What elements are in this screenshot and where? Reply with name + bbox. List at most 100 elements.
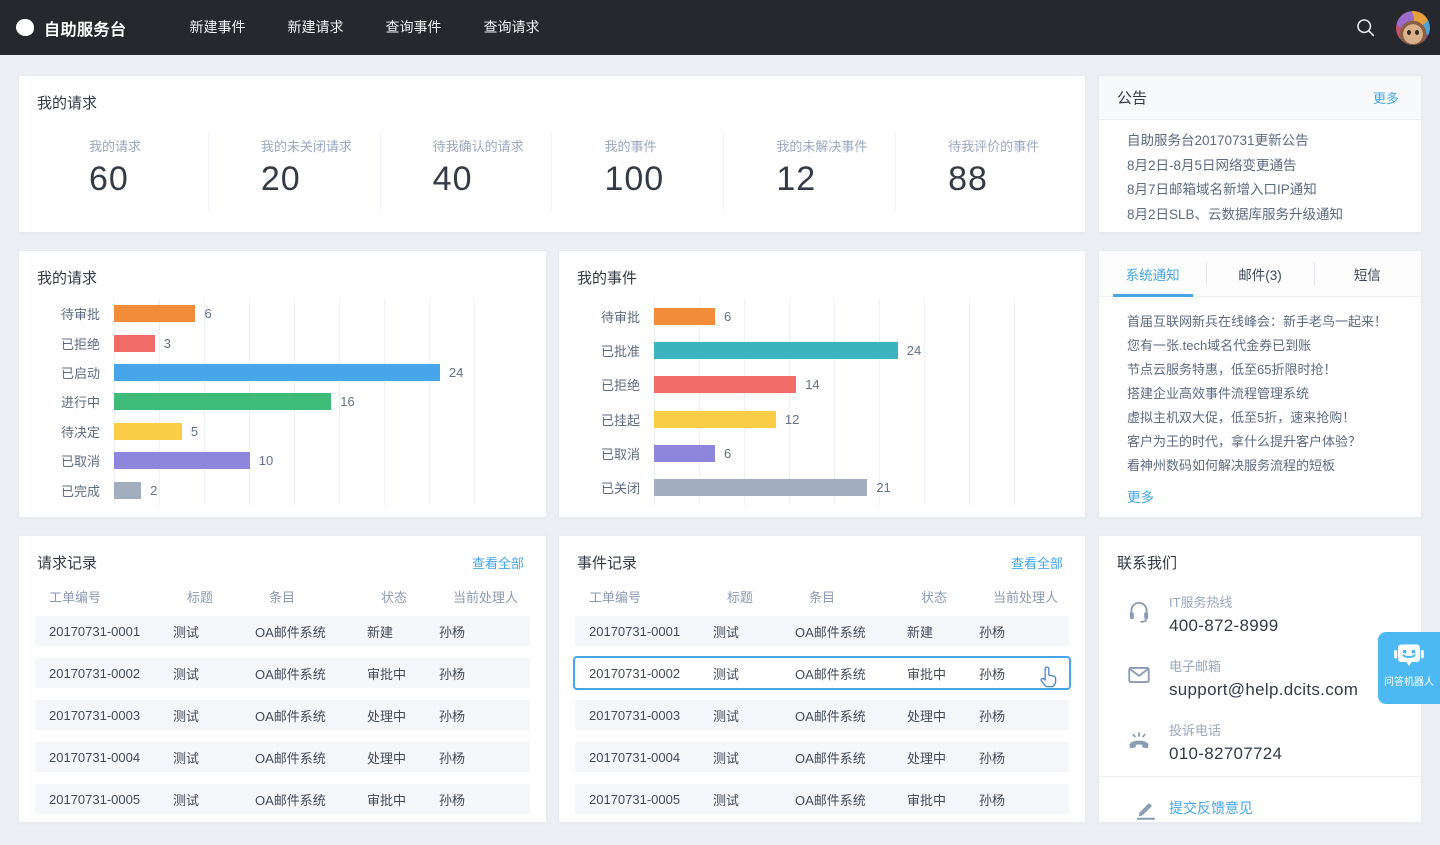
column-header: 工单编号 bbox=[49, 587, 187, 606]
cell-status: 处理中 bbox=[907, 706, 979, 725]
announcements-more-link[interactable]: 更多 bbox=[1373, 88, 1399, 107]
contact-entry-complaint: 投诉电话 010-82707724 bbox=[1099, 710, 1421, 774]
contact-card: 联系我们 IT服务热线 400-872-8999 bbox=[1098, 535, 1422, 823]
table-row[interactable]: 20170731-0002 测试 OA邮件系统 审批中 孙杨 bbox=[35, 658, 530, 688]
table-row[interactable]: 20170731-0003 测试 OA邮件系统 处理中 孙杨 bbox=[35, 700, 530, 730]
table-row[interactable]: 20170731-0004 测试 OA邮件系统 处理中 孙杨 bbox=[35, 742, 530, 772]
request-table-title: 请求记录 bbox=[37, 552, 97, 573]
chart-bar bbox=[654, 445, 715, 462]
app-logo[interactable]: 自助服务台 bbox=[16, 16, 127, 40]
table-row[interactable]: 20170731-0004 测试 OA邮件系统 处理中 孙杨 bbox=[575, 742, 1069, 772]
chart-category-label: 已批准 bbox=[577, 341, 654, 360]
contact-title: 联系我们 bbox=[1117, 552, 1177, 573]
table-row[interactable]: 20170731-0001 测试 OA邮件系统 新建 孙杨 bbox=[575, 616, 1069, 646]
cell-ticket-id: 20170731-0005 bbox=[589, 792, 713, 807]
announcement-item[interactable]: 8月7日邮箱域名新增入口IP通知 bbox=[1127, 178, 1407, 203]
notification-item[interactable]: 首届互联网新兵在线峰会：新手老鸟一起来！ bbox=[1127, 310, 1407, 334]
notification-item[interactable]: 看神州数码如何解决服务流程的短板 bbox=[1127, 454, 1407, 478]
notification-item[interactable]: 搭建企业高效事件流程管理系统 bbox=[1127, 382, 1407, 406]
phone-icon bbox=[1126, 726, 1152, 757]
chart-bar-track: 5 bbox=[114, 423, 501, 440]
chart-category-label: 已完成 bbox=[37, 481, 114, 500]
stats-card-title: 我的请求 bbox=[37, 92, 97, 113]
stat-value: 20 bbox=[261, 160, 380, 199]
column-header: 标题 bbox=[727, 587, 809, 606]
notification-item[interactable]: 虚拟主机双大促，低至5折，速来抢购！ bbox=[1127, 406, 1407, 430]
chart-bar bbox=[654, 411, 776, 428]
headset-icon bbox=[1126, 598, 1152, 629]
nav-menu-item[interactable]: 新建请求 bbox=[267, 0, 365, 55]
stat-value: 88 bbox=[948, 160, 1067, 199]
stat-label: 待我确认的请求 bbox=[433, 136, 552, 155]
feedback-row: 提交反馈意见 bbox=[1099, 784, 1253, 818]
requests-chart-card: 我的请求 待审批 6 已拒绝 3 bbox=[18, 250, 547, 518]
submit-feedback-link[interactable]: 提交反馈意见 bbox=[1169, 800, 1253, 816]
announcement-item[interactable]: 自助服务台20170731更新公告 bbox=[1127, 129, 1407, 154]
stat-item: 我的请求 60 bbox=[37, 132, 209, 210]
cell-handler: 孙杨 bbox=[979, 790, 1069, 809]
stat-value: 60 bbox=[89, 160, 208, 199]
chart-bar bbox=[114, 482, 141, 499]
chart-category-label: 待决定 bbox=[37, 422, 114, 441]
cell-handler: 孙杨 bbox=[439, 706, 530, 725]
chart-row: 待审批 6 bbox=[37, 305, 501, 322]
cell-title: 测试 bbox=[713, 664, 795, 683]
contact-value: 400-872-8999 bbox=[1169, 616, 1411, 636]
nav-right bbox=[1352, 0, 1430, 55]
cell-status: 审批中 bbox=[907, 790, 979, 809]
stat-item: 我的未关闭请求 20 bbox=[209, 132, 381, 210]
cell-ticket-id: 20170731-0003 bbox=[589, 708, 713, 723]
chart-bar-value: 16 bbox=[340, 394, 354, 409]
nav-menu-item[interactable]: 查询事件 bbox=[365, 0, 463, 55]
cell-item: OA邮件系统 bbox=[795, 622, 907, 641]
table-row[interactable]: 20170731-0005 测试 OA邮件系统 审批中 孙杨 bbox=[35, 784, 530, 814]
chart-bar bbox=[114, 423, 182, 440]
stat-label: 待我评价的事件 bbox=[948, 136, 1067, 155]
chart-bar bbox=[114, 335, 155, 352]
nav-menu-item[interactable]: 查询请求 bbox=[463, 0, 561, 55]
nav-menu-item[interactable]: 新建事件 bbox=[169, 0, 267, 55]
cell-status: 新建 bbox=[907, 622, 979, 641]
overview-stats-card: 我的请求 我的请求 60 我的未关闭请求 20 待我确认的请求 40 我的事件 … bbox=[18, 75, 1086, 233]
notification-item[interactable]: 您有一张.tech域名代金券已到账 bbox=[1127, 334, 1407, 358]
incident-table-header: 事件记录 查看全部 bbox=[559, 536, 1085, 573]
cell-title: 测试 bbox=[713, 790, 795, 809]
cell-title: 测试 bbox=[173, 790, 255, 809]
announcement-item[interactable]: 8月2日-8月5日网络变更通告 bbox=[1127, 154, 1407, 179]
stats-row: 我的请求 60 我的未关闭请求 20 待我确认的请求 40 我的事件 100 我… bbox=[37, 132, 1067, 210]
chart-category-label: 已挂起 bbox=[577, 410, 654, 429]
chart-row: 已拒绝 3 bbox=[37, 335, 501, 352]
contact-label: IT服务热线 bbox=[1169, 592, 1411, 611]
chart-category-label: 进行中 bbox=[37, 392, 114, 411]
chart-bar bbox=[654, 342, 898, 359]
incident-view-all-link[interactable]: 查看全部 bbox=[1011, 553, 1063, 572]
incident-table-title: 事件记录 bbox=[577, 552, 637, 573]
request-view-all-link[interactable]: 查看全部 bbox=[472, 553, 524, 572]
notification-tab[interactable]: 邮件(3) bbox=[1206, 251, 1313, 296]
notifications-more-link[interactable]: 更多 bbox=[1127, 486, 1154, 506]
chart-row: 进行中 16 bbox=[37, 393, 501, 410]
chart-bar bbox=[114, 452, 250, 469]
chart-row: 已取消 6 bbox=[577, 445, 1040, 462]
top-nav: 自助服务台 新建事件新建请求查询事件查询请求 bbox=[0, 0, 1440, 55]
announcement-item[interactable]: 8月2日SLB、云数据库服务升级通知 bbox=[1127, 203, 1407, 228]
user-avatar[interactable] bbox=[1396, 11, 1430, 45]
notification-item[interactable]: 节点云服务特惠，低至65折限时抢！ bbox=[1127, 358, 1407, 382]
notification-tab[interactable]: 系统通知 bbox=[1099, 251, 1206, 296]
chart-bar-track: 6 bbox=[654, 308, 1040, 325]
cell-status: 审批中 bbox=[367, 664, 439, 683]
notification-tab[interactable]: 短信 bbox=[1314, 251, 1421, 296]
cell-title: 测试 bbox=[713, 748, 795, 767]
chart-bar-value: 10 bbox=[259, 453, 273, 468]
table-row[interactable]: 20170731-0003 测试 OA邮件系统 处理中 孙杨 bbox=[575, 700, 1069, 730]
requests-chart-bars: 待审批 6 已拒绝 3 已启动 bbox=[37, 299, 501, 505]
table-row[interactable]: 20170731-0001 测试 OA邮件系统 新建 孙杨 bbox=[35, 616, 530, 646]
notification-item[interactable]: 客户为王的时代，拿什么提升客户体验？ bbox=[1127, 430, 1407, 454]
search-button[interactable] bbox=[1352, 14, 1380, 42]
table-row[interactable]: 20170731-0002 测试 OA邮件系统 审批中 孙杨 bbox=[575, 658, 1069, 688]
table-row[interactable]: 20170731-0005 测试 OA邮件系统 审批中 孙杨 bbox=[575, 784, 1069, 814]
qa-robot-button[interactable]: 问答机器人 bbox=[1378, 632, 1440, 704]
cell-status: 处理中 bbox=[367, 706, 439, 725]
robot-label: 问答机器人 bbox=[1384, 673, 1434, 688]
cell-ticket-id: 20170731-0002 bbox=[49, 666, 173, 681]
